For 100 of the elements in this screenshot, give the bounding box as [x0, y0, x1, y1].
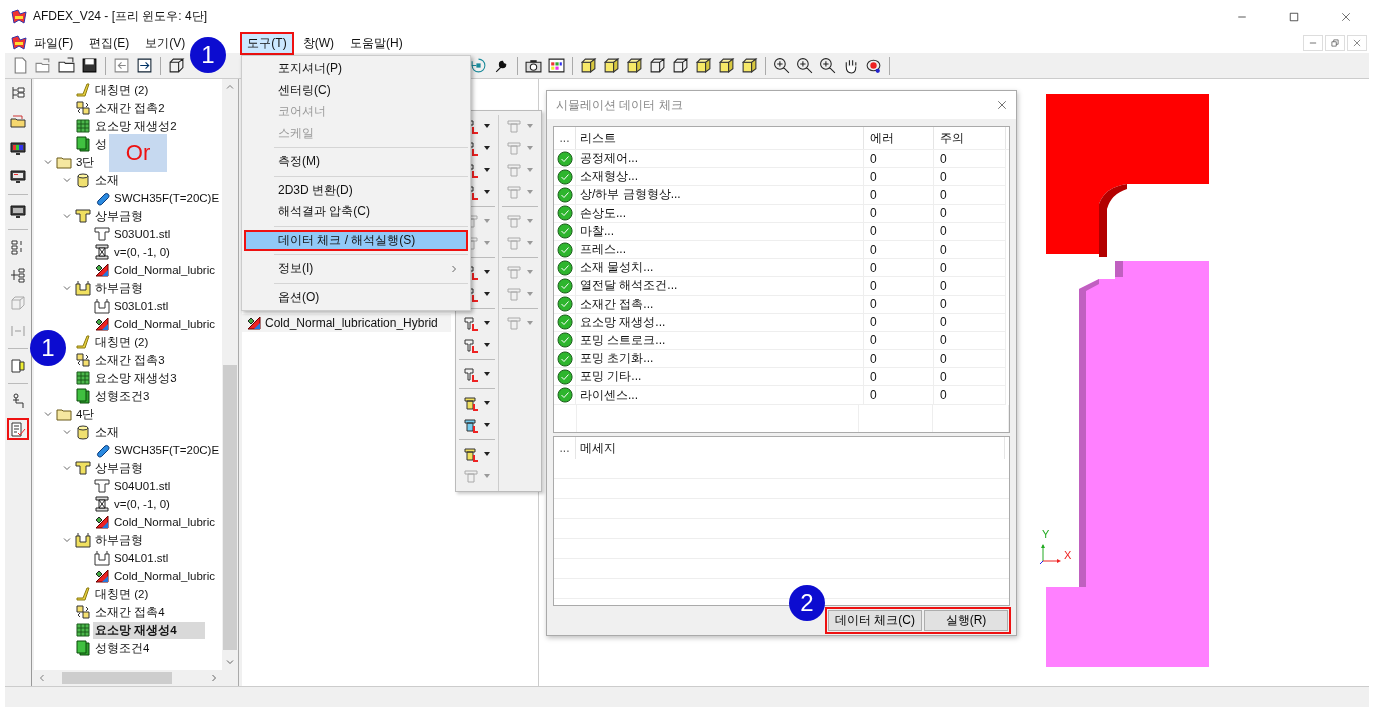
menu-item[interactable]: 측정(M) — [244, 151, 468, 173]
scrollbar-thumb[interactable] — [223, 365, 237, 650]
column-header[interactable]: ... — [554, 127, 576, 149]
app-logo-icon[interactable] — [11, 35, 27, 51]
caret-icon[interactable] — [483, 319, 491, 327]
tree-item[interactable]: SWCH35F(T=20C)E — [112, 191, 222, 205]
restore-icon[interactable] — [1325, 35, 1345, 51]
table-cell: 포밍 초기화... — [576, 350, 864, 369]
table-cell: 손상도... — [576, 204, 864, 223]
caret-icon[interactable] — [483, 399, 491, 407]
tree-item[interactable]: S03L01.stl — [112, 299, 171, 313]
checklist-icon[interactable] — [7, 418, 29, 440]
dialog-button[interactable]: 데이터 체크(C) — [828, 610, 922, 631]
caret-icon[interactable] — [483, 188, 491, 196]
or-note: Or — [109, 134, 167, 172]
tree-item[interactable]: 대칭면 (2) — [93, 81, 151, 99]
menu-item[interactable]: 해석결과 압축(C) — [244, 201, 468, 223]
die-tool-icon[interactable] — [463, 417, 479, 433]
app-logo-icon — [11, 8, 27, 25]
menu-item[interactable]: 도구(T) — [240, 31, 294, 55]
tree-item[interactable]: v=(0, -1, 0) — [112, 245, 172, 259]
tree-item[interactable]: 하부금형 — [93, 279, 145, 297]
axis-label: Y — [1042, 528, 1050, 540]
tree-item[interactable]: 소재간 접촉4 — [93, 603, 167, 621]
menu-item[interactable]: 창(W) — [295, 31, 341, 55]
column-header[interactable]: 메세지 — [576, 437, 1005, 459]
menu-item[interactable]: 파일(F) — [27, 31, 81, 55]
menu-item[interactable]: 옵션(O) — [244, 286, 468, 308]
table-cell: 0 — [864, 313, 934, 332]
tree-item[interactable]: 상부금형 — [93, 459, 145, 477]
caret-icon[interactable] — [483, 144, 491, 152]
menu-item[interactable]: 편집(E) — [82, 31, 137, 55]
tree-item[interactable]: 하부금형 — [93, 531, 145, 549]
menu-item[interactable]: 보기(V) — [138, 31, 193, 55]
table-cell: 마찰... — [576, 222, 864, 241]
tree-item[interactable]: v=(0, -1, 0) — [112, 497, 172, 511]
table-cell: 0 — [934, 350, 1006, 369]
caret-icon[interactable] — [483, 370, 491, 378]
tree-item[interactable]: 요소망 재생성3 — [93, 369, 179, 387]
die-tool-icon[interactable] — [463, 337, 479, 353]
tree-item[interactable]: 요소망 재생성2 — [93, 117, 179, 135]
tree-item[interactable]: 소재 — [93, 171, 121, 189]
caret-icon[interactable] — [483, 450, 491, 458]
tree-item[interactable]: 대칭면 (2) — [93, 585, 151, 603]
folder-icon[interactable] — [55, 57, 78, 74]
table-cell: 프레스... — [576, 240, 864, 260]
column-header[interactable]: 에러 — [864, 127, 934, 149]
caret-icon[interactable] — [483, 421, 491, 429]
tree-item[interactable]: Cold_Normal_lubric — [112, 263, 217, 277]
menu-item[interactable]: 포지셔너(P) — [244, 58, 468, 80]
table-cell: 공정제어... — [576, 150, 864, 169]
tree-item[interactable]: 요소망 재생성4 — [93, 621, 205, 639]
dialog-button[interactable]: 실행(R) — [924, 610, 1008, 631]
camera-icon[interactable] — [522, 57, 545, 74]
tree-item[interactable]: 성 — [93, 135, 109, 153]
palette-icon[interactable] — [545, 57, 568, 74]
tree-item[interactable]: 성형조건3 — [93, 387, 152, 405]
die-tool-icon[interactable] — [463, 395, 479, 411]
tree-item[interactable]: 성형조건4 — [93, 639, 152, 657]
table-cell: 0 — [864, 277, 934, 296]
tree-item[interactable]: 상부금형 — [93, 207, 145, 225]
tree-item[interactable]: S03U01.stl — [112, 227, 173, 241]
table-cell: 0 — [934, 168, 1006, 187]
caret-icon[interactable] — [483, 290, 491, 298]
column-header[interactable]: 리스트 — [576, 127, 864, 149]
scrollbar-thumb[interactable] — [62, 672, 172, 684]
menu-item[interactable]: 2D3D 변환(D) — [244, 179, 468, 201]
axis-label: X — [1064, 549, 1072, 561]
die-tool-icon[interactable] — [463, 446, 479, 462]
table-cell: 0 — [864, 222, 934, 241]
caret-icon[interactable] — [483, 122, 491, 130]
tree-item[interactable]: Cold_Normal_lubric — [112, 569, 217, 583]
table-cell: 0 — [864, 350, 934, 369]
tree-item[interactable]: Cold_Normal_lubric — [112, 317, 217, 331]
table-cell: 0 — [934, 295, 1006, 314]
menu-item[interactable]: 도움말(H) — [343, 31, 410, 55]
caret-icon[interactable] — [483, 341, 491, 349]
tree-item[interactable]: 소재 — [93, 423, 121, 441]
tree-item[interactable]: S04L01.stl — [112, 551, 171, 565]
tree-item[interactable]: Cold_Normal_lubric — [112, 515, 217, 529]
tree-item[interactable]: 4단 — [74, 405, 97, 423]
die-tool-icon[interactable] — [463, 315, 479, 331]
tree-item[interactable]: 소재간 접촉3 — [93, 351, 167, 369]
table-cell: 소재형상... — [576, 168, 864, 187]
column-header[interactable]: 주의 — [934, 127, 1006, 149]
table-cell: 0 — [934, 368, 1006, 387]
tree-item[interactable]: 대칭면 (2) — [93, 333, 151, 351]
tree-item[interactable]: 소재간 접촉2 — [93, 99, 167, 117]
caret-icon[interactable] — [483, 166, 491, 174]
menu-item[interactable]: 데이터 체크 / 해석실행(S) — [244, 229, 468, 251]
menu-item[interactable]: 센터링(C) — [244, 79, 468, 101]
table-cell: 0 — [934, 259, 1006, 278]
column-header[interactable]: ... — [554, 437, 576, 459]
menu-item[interactable]: 정보(I) — [244, 258, 468, 280]
caret-icon[interactable] — [483, 268, 491, 276]
die-tool-icon[interactable] — [463, 366, 479, 382]
tree-item[interactable]: SWCH35F(T=20C)E — [112, 443, 222, 457]
tree-item[interactable]: 3단 — [74, 153, 97, 171]
close-icon[interactable] — [996, 99, 1008, 111]
tree-item[interactable]: S04U01.stl — [112, 479, 173, 493]
